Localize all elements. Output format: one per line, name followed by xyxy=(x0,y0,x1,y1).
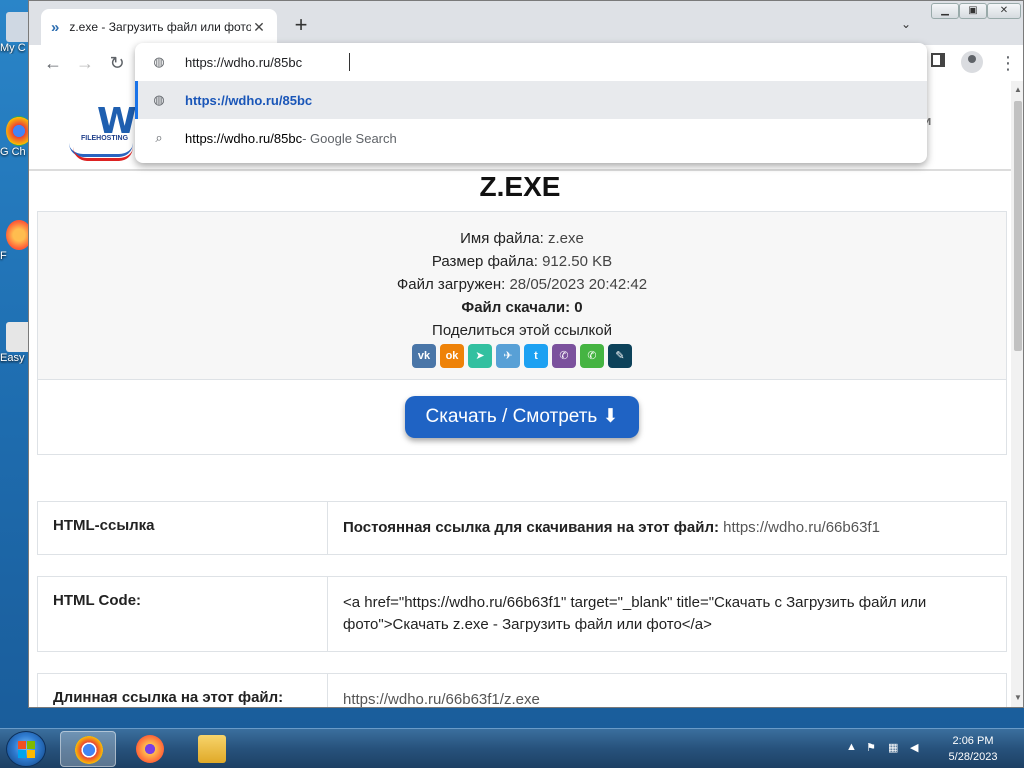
network-icon[interactable]: ▦ xyxy=(888,741,898,754)
text-cursor xyxy=(349,53,350,71)
desktop-icon-easy[interactable]: Easy xyxy=(0,322,32,364)
close-window-button[interactable]: ✕ xyxy=(987,3,1021,19)
scroll-down-icon[interactable]: ▼ xyxy=(1014,693,1022,702)
row-label: HTML-ссылка xyxy=(38,502,328,554)
tab-close-icon[interactable]: ✕ xyxy=(251,19,267,36)
globe-icon: ◍ xyxy=(153,92,165,107)
clock-time: 2:06 PM xyxy=(952,735,994,747)
show-hidden-icons[interactable]: ▲ xyxy=(846,741,857,753)
suggestion-suffix: - Google Search xyxy=(302,130,397,146)
row-value[interactable]: https://wdho.ru/66b63f1/z.exe xyxy=(328,674,1006,707)
search-icon: ⌕ xyxy=(155,130,163,145)
download-count-line: Файл скачали: 0 xyxy=(461,299,583,316)
tab-strip: » z.exe - Загрузить файл или фото ✕ + ⌄ … xyxy=(29,1,1023,45)
firefox-icon xyxy=(136,735,164,763)
reload-button[interactable]: ↻ xyxy=(105,51,129,75)
desktop-icon-label: G Ch xyxy=(0,146,26,158)
file-name-value: z.exe xyxy=(548,230,584,247)
row-label: Длинная ссылка на этот файл: xyxy=(38,674,328,707)
browser-menu-button[interactable]: ⋮ xyxy=(999,51,1017,75)
forward-button[interactable]: → xyxy=(73,51,97,75)
new-tab-button[interactable]: + xyxy=(289,13,313,37)
desktop-icon-chrome[interactable]: G Ch xyxy=(0,116,32,158)
taskbar-chrome[interactable] xyxy=(60,731,116,767)
minimize-button[interactable]: ▁ xyxy=(931,3,959,19)
download-count-value: 0 xyxy=(574,299,583,316)
share-arrow-icon[interactable]: ➤ xyxy=(468,344,492,368)
address-bar[interactable]: ◍ https://wdho.ru/85bc xyxy=(135,43,927,81)
page-scrollbar[interactable]: ▲ ▼ xyxy=(1011,81,1023,707)
address-input[interactable]: https://wdho.ru/85bc xyxy=(185,55,302,70)
odnoklassniki-icon[interactable]: ok xyxy=(440,344,464,368)
file-info: Имя файла: z.exe Размер файла: 912.50 KB… xyxy=(38,212,1006,380)
maximize-button[interactable]: ▣ xyxy=(959,3,987,19)
chrome-icon xyxy=(75,736,103,764)
upload-date-line: Файл загружен: 28/05/2023 20:42:42 xyxy=(396,276,648,293)
tab-active[interactable]: » z.exe - Загрузить файл или фото ✕ xyxy=(41,9,277,45)
tab-title: z.exe - Загрузить файл или фото xyxy=(69,20,251,34)
row-value[interactable]: Постоянная ссылка для скачивания на этот… xyxy=(328,502,1006,554)
taskbar: ▲ ⚑ ▦ ◀ 2:06 PM 5/28/2023 xyxy=(0,728,1024,768)
row-value[interactable]: <a href="https://wdho.ru/66b63f1" target… xyxy=(328,577,1006,651)
suggestion-url[interactable]: ◍ https://wdho.ru/85bc xyxy=(135,81,927,119)
download-icon: ⬇ xyxy=(602,406,619,427)
taskbar-explorer[interactable] xyxy=(184,731,240,767)
browser-window: » z.exe - Загрузить файл или фото ✕ + ⌄ … xyxy=(28,0,1024,708)
row-label: HTML Code: xyxy=(38,577,328,651)
scroll-up-icon[interactable]: ▲ xyxy=(1014,85,1022,94)
vk-icon[interactable]: vk xyxy=(412,344,436,368)
upload-date-value: 28/05/2023 20:42:42 xyxy=(509,276,648,293)
desktop-icon-label: F xyxy=(0,250,7,262)
desktop-icon-firefox[interactable]: F xyxy=(0,220,32,262)
telegram-icon[interactable]: ✈ xyxy=(496,344,520,368)
clock[interactable]: 2:06 PM 5/28/2023 xyxy=(928,733,1018,765)
desktop-icon-label: My C xyxy=(0,42,26,54)
file-title: Z.EXE xyxy=(479,171,561,202)
viber-icon[interactable]: ✆ xyxy=(552,344,576,368)
html-link-row: HTML-ссылка Постоянная ссылка для скачив… xyxy=(37,501,1007,555)
suggestion-text: https://wdho.ru/85bc xyxy=(185,130,303,146)
taskbar-firefox[interactable] xyxy=(122,731,178,767)
suggestion-text: https://wdho.ru/85bc xyxy=(185,92,313,108)
file-size-value: 912.50 KB xyxy=(542,253,613,270)
side-panel-icon[interactable] xyxy=(931,53,945,67)
folder-icon xyxy=(198,735,226,763)
long-link-row: Длинная ссылка на этот файл: https://wdh… xyxy=(37,673,1007,707)
download-button-label: Скачать / Смотреть xyxy=(425,406,598,427)
omnibox-dropdown: ◍ https://wdho.ru/85bc ◍ https://wdho.ru… xyxy=(135,43,927,163)
web-page: W FILEHOSTING йти Z.EXE Имя файла: z.exe… xyxy=(29,81,1011,707)
share-icons: vk ok ➤ ✈ t ✆ ✆ ✎ xyxy=(38,344,1006,368)
back-button[interactable]: ← xyxy=(41,51,65,75)
file-name-line: Имя файла: z.exe xyxy=(460,230,584,247)
share-label: Поделиться этой ссылкой xyxy=(432,322,612,339)
scrollbar-thumb[interactable] xyxy=(1014,101,1022,351)
windows-logo-icon xyxy=(18,741,36,759)
desktop-icon-computer[interactable]: My C xyxy=(0,12,32,54)
start-button[interactable] xyxy=(6,731,46,767)
file-size-line: Размер файла: 912.50 KB xyxy=(431,253,613,270)
file-info-box: Имя файла: z.exe Размер файла: 912.50 KB… xyxy=(37,211,1007,455)
volume-icon[interactable]: ◀ xyxy=(910,741,918,754)
twitter-icon[interactable]: t xyxy=(524,344,548,368)
clock-date: 5/28/2023 xyxy=(948,751,998,763)
download-button[interactable]: Скачать / Смотреть ⬇ xyxy=(405,396,639,438)
globe-icon: ◍ xyxy=(153,54,165,69)
desktop-icon-label: Easy xyxy=(0,352,25,364)
site-favicon-icon: » xyxy=(51,18,60,36)
html-code-row: HTML Code: <a href="https://wdho.ru/66b6… xyxy=(37,576,1007,652)
suggestion-search[interactable]: ⌕ https://wdho.ru/85bc - Google Search xyxy=(135,119,927,157)
profile-avatar[interactable] xyxy=(961,51,983,73)
action-center-icon[interactable]: ⚑ xyxy=(866,741,876,754)
tab-search-button[interactable]: ⌄ xyxy=(901,17,911,31)
logo-text: FILEHOSTING xyxy=(81,135,129,142)
whatsapp-icon[interactable]: ✆ xyxy=(580,344,604,368)
livejournal-icon[interactable]: ✎ xyxy=(608,344,632,368)
